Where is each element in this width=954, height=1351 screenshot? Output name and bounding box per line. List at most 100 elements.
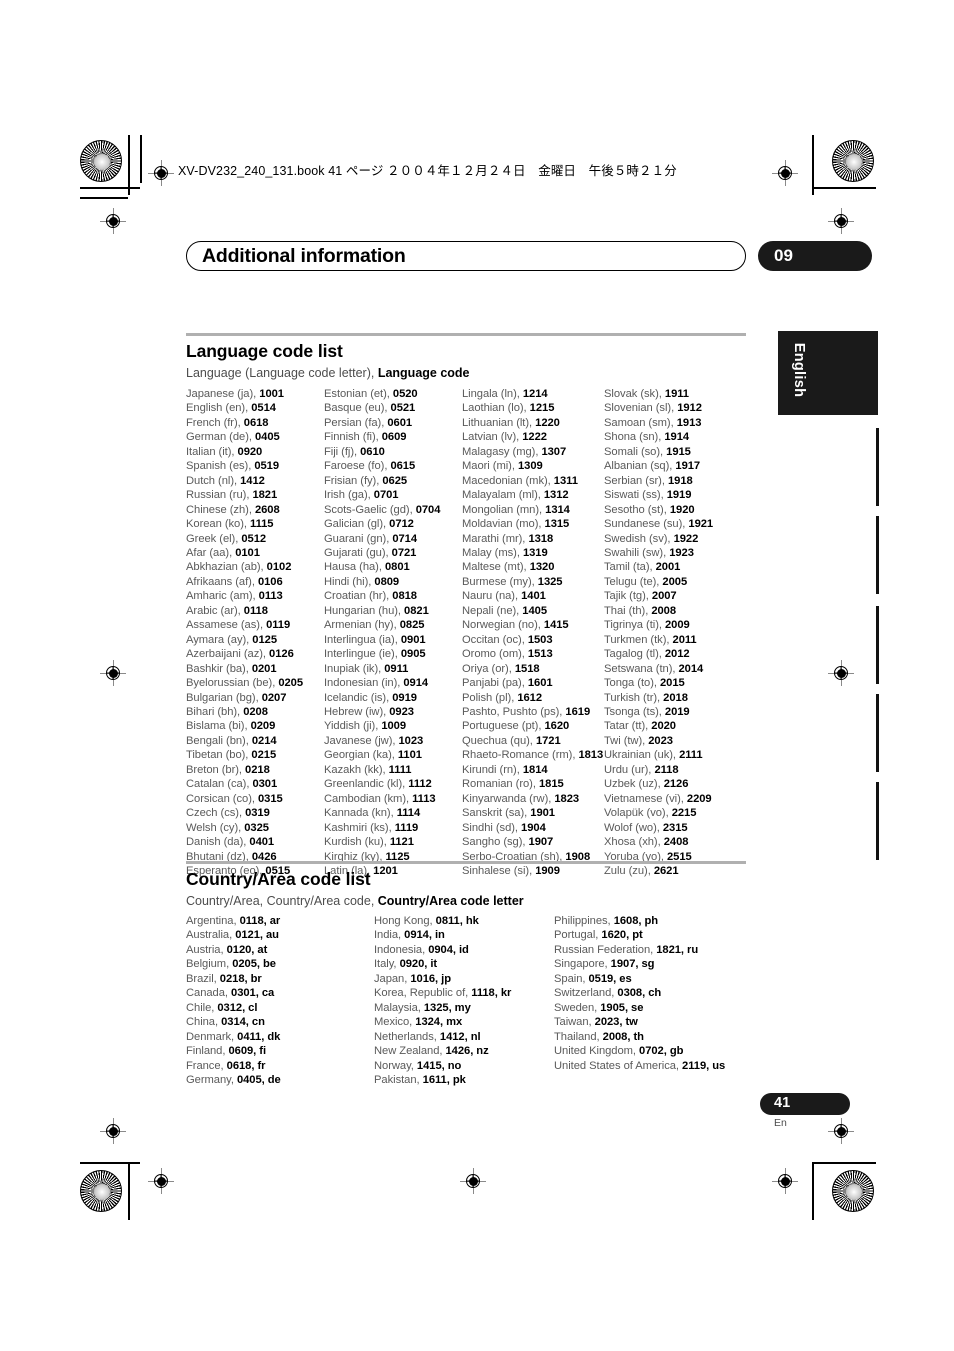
code-list-entry-name: Hindi (hi),: [324, 575, 375, 588]
code-list-row: Slovenian (sl), 1912: [604, 401, 713, 415]
code-list-entry-name: Kazakh (kk),: [324, 763, 389, 776]
code-list-entry-code: 0209: [250, 720, 276, 733]
code-list-row: Maori (mi), 1309: [462, 459, 603, 473]
code-list-row: Russian Federation, 1821, ru: [554, 943, 725, 957]
registration-cross-left-lower: [100, 1118, 126, 1144]
code-list-entry-code: 1920: [669, 503, 695, 516]
code-list-entry-name: Hong Kong,: [374, 915, 436, 927]
code-list-entry-name: Somali (so),: [604, 445, 667, 458]
code-list-entry-name: Kinyarwanda (rw),: [462, 792, 555, 805]
code-list-row: Panjabi (pa), 1601: [462, 676, 603, 690]
code-list-entry-code: 0519: [254, 460, 280, 473]
code-list-row: Swedish (sv), 1922: [604, 532, 713, 546]
code-list-entry-code: 2126: [663, 778, 689, 791]
code-list-row: Faroese (fo), 0615: [324, 459, 440, 473]
code-list-row: Assamese (as), 0119: [186, 618, 303, 632]
code-list-row: Estonian (et), 0520: [324, 387, 440, 401]
code-list-row: Albanian (sq), 1917: [604, 459, 713, 473]
code-list-entry-name: Pashto, Pushto (ps),: [462, 705, 566, 718]
code-list-entry-code: 0811, hk: [435, 915, 479, 927]
code-list-entry-code: 0520: [392, 388, 418, 400]
code-list-entry-name: Tajik (tg),: [604, 590, 652, 603]
registration-cross-right-lower: [828, 1118, 854, 1144]
thumb-index-bar-4: [876, 694, 879, 772]
code-list-entry-name: Georgian (ka),: [324, 749, 398, 762]
code-list-row: Argentina, 0118, ar: [186, 914, 281, 928]
code-list-entry-name: Amharic (am),: [186, 590, 259, 603]
code-list-row: Tonga (to), 2015: [604, 676, 713, 690]
code-list-entry-code: 1222: [522, 431, 547, 444]
code-list-entry-name: Tatar (tt),: [604, 720, 652, 733]
code-list-entry-name: Assamese (as),: [186, 619, 267, 632]
code-list-row: Aymara (ay), 0125: [186, 633, 303, 647]
code-list-entry-name: Hebrew (iw),: [324, 705, 390, 718]
code-list-entry-code: 0512: [241, 532, 267, 545]
code-list-row: Urdu (ur), 2118: [604, 763, 713, 777]
code-list-row: Javanese (jw), 1023: [324, 734, 440, 748]
code-list-entry-name: Spain,: [554, 972, 589, 985]
language-section-subtitle: Language (Language code letter), Languag…: [186, 366, 470, 380]
code-list-entry-name: Javanese (jw),: [324, 734, 399, 747]
code-list-entry-code: 1620: [544, 720, 570, 733]
code-list-row: Sindhi (sd), 1904: [462, 821, 603, 835]
code-list-entry-name: Malaysia,: [374, 1001, 424, 1014]
code-list-entry-name: Canada,: [186, 987, 232, 1000]
code-list-entry-code: 2118: [654, 763, 679, 776]
code-list-row: Azerbaijani (az), 0126: [186, 647, 303, 661]
code-list-row: Setswana (tn), 2014: [604, 662, 713, 676]
code-list-row: Breton (br), 0218: [186, 763, 303, 777]
code-list-row: Burmese (my), 1325: [462, 575, 603, 589]
code-list-entry-name: Interlingua (ia),: [324, 633, 401, 646]
code-list-entry-name: Yiddish (ji),: [324, 720, 382, 733]
code-list-row: Indonesia, 0904, id: [374, 943, 511, 957]
country-column-3: Philippines, 1608, ph Portugal, 1620, pt R…: [554, 914, 725, 1073]
code-list-entry-name: Mexico,: [374, 1016, 416, 1029]
code-list-entry-name: Abkhazian (ab),: [186, 561, 267, 574]
code-list-entry-name: Nepali (ne),: [462, 604, 523, 617]
code-list-entry-code: 0215: [251, 749, 277, 762]
code-list-row: Amharic (am), 0113: [186, 589, 303, 603]
code-list-entry-name: Dutch (nl),: [186, 474, 241, 487]
code-list-entry-code: 0911: [384, 662, 409, 675]
code-list-row: Tatar (tt), 2020: [604, 719, 713, 733]
code-list-entry-code: 0106: [257, 575, 283, 588]
code-list-entry-code: 0315: [258, 792, 283, 805]
code-list-entry-code: 1518: [514, 662, 540, 675]
code-list-row: Galician (gl), 0712: [324, 517, 440, 531]
code-list-entry-name: Hungarian (hu),: [324, 604, 405, 617]
code-list-entry-code: 2005: [662, 575, 688, 588]
code-list-entry-code: 2111: [679, 749, 703, 762]
code-list-entry-code: 1919: [666, 489, 692, 502]
code-list-row: Malayalam (ml), 1312: [462, 488, 603, 502]
code-list-row: Volapük (vo), 2215: [604, 806, 713, 820]
code-list-entry-code: 0905: [400, 648, 426, 661]
thumb-index-bar-5: [876, 782, 879, 860]
code-list-entry-code: 1907, sg: [610, 958, 655, 971]
code-list-entry-code: 0120, at: [226, 943, 268, 956]
code-list-row: Icelandic (is), 0919: [324, 691, 440, 705]
code-list-entry-code: 1619: [565, 705, 591, 718]
code-list-entry-name: Estonian (et),: [324, 388, 393, 400]
country-section-subtitle: Country/Area, Country/Area code, Country…: [186, 894, 524, 908]
code-list-row: Quechua (qu), 1721: [462, 734, 603, 748]
code-list-entry-name: Malayalam (ml),: [462, 489, 544, 502]
code-list-entry-name: Austria,: [186, 943, 227, 956]
code-list-entry-name: Volapük (vo),: [604, 807, 672, 820]
code-list-entry-code: 1312: [543, 489, 569, 502]
code-list-entry-code: 0205, be: [232, 958, 276, 971]
code-list-entry-code: 2018: [663, 691, 688, 704]
code-list-entry-name: Oriya (or),: [462, 662, 515, 675]
code-list-row: Byelorussian (be), 0205: [186, 676, 303, 690]
code-list-entry-code: 2001: [655, 561, 681, 574]
code-list-row: Hungarian (hu), 0821: [324, 604, 440, 618]
code-list-row: Czech (cs), 0319: [186, 806, 303, 820]
code-list-entry-name: Mongolian (mn),: [462, 503, 546, 516]
code-list-row: Kirundi (rn), 1814: [462, 763, 603, 777]
code-list-row: Japanese (ja), 1001: [186, 387, 303, 401]
code-list-entry-code: 1220: [535, 416, 560, 429]
code-list-row: Cambodian (km), 1113: [324, 792, 440, 806]
code-list-entry-code: 0119: [266, 619, 291, 632]
code-list-entry-name: Serbian (sr),: [604, 474, 668, 487]
code-list-row: Japan, 1016, jp: [374, 972, 511, 986]
code-list-entry-name: Sangho (sg),: [462, 836, 529, 849]
